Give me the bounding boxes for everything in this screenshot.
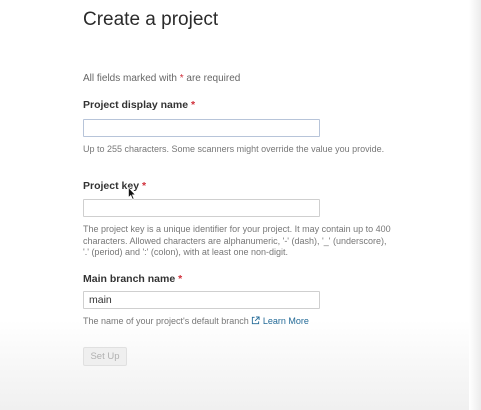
display-name-label: Project display name * [83, 99, 195, 111]
display-name-input[interactable] [83, 119, 320, 137]
main-branch-help: The name of your project's default branc… [83, 316, 393, 328]
main-branch-label-text: Main branch name [83, 273, 176, 285]
main-branch-help-text: The name of your project's default branc… [83, 316, 249, 326]
project-key-input[interactable] [83, 199, 320, 217]
display-name-help: Up to 255 characters. Some scanners migh… [83, 144, 385, 154]
required-note-prefix: All fields marked with [83, 73, 177, 84]
main-branch-input[interactable] [83, 291, 320, 309]
project-key-label: Project key * [83, 180, 146, 192]
setup-button[interactable]: Set Up [83, 347, 127, 366]
page-title: Create a project [83, 9, 219, 30]
main-branch-label: Main branch name * [83, 273, 182, 285]
display-name-label-text: Project display name [83, 99, 189, 111]
main-branch-required-star: * [178, 273, 183, 285]
project-key-required-star: * [141, 180, 147, 192]
project-key-help: The project key is a unique identifier f… [83, 224, 391, 257]
display-name-required-star: * [190, 99, 196, 111]
required-note-suffix: are required [186, 73, 241, 84]
learn-more-link[interactable]: Learn More [263, 316, 309, 326]
required-star: * [179, 73, 184, 84]
mouse-cursor-icon [128, 187, 136, 200]
external-link-icon [251, 316, 260, 325]
window-edge [469, 0, 481, 410]
required-fields-note: All fields marked with * are required [83, 73, 240, 84]
